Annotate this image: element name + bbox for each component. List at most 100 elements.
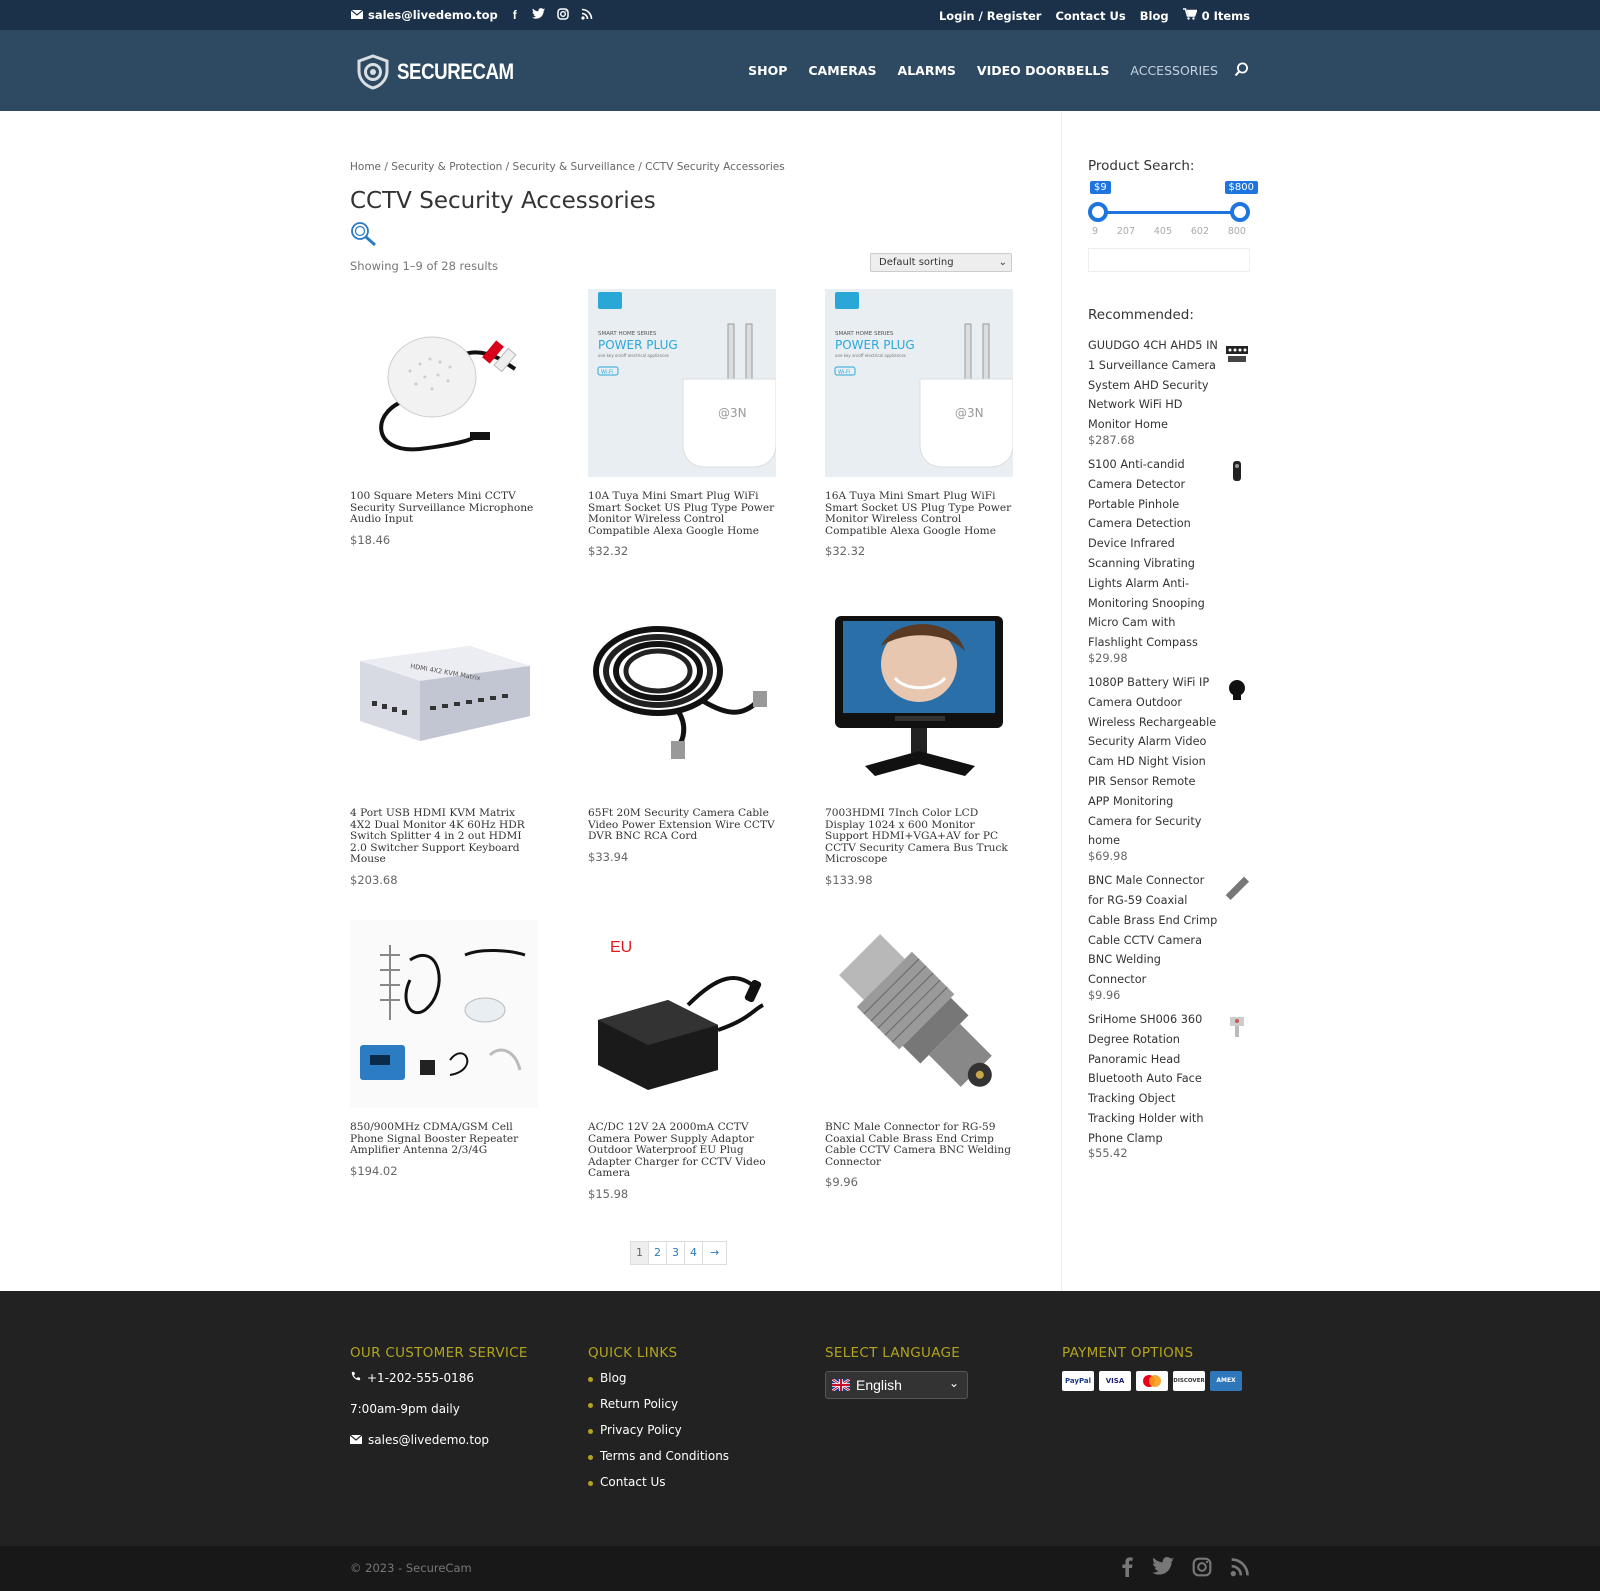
site-logo[interactable]: SECURECAM <box>355 54 534 90</box>
recommended-item[interactable]: 1080P Battery WiFi IP Camera Outdoor Wir… <box>1088 673 1250 863</box>
product-name[interactable]: 850/900MHz CDMA/GSM Cell Phone Signal Bo… <box>350 1121 538 1157</box>
product-card[interactable]: 65Ft 20M Security Camera Cable Video Pow… <box>588 606 776 864</box>
product-image-cable[interactable] <box>588 606 776 794</box>
recommended-item-thumbnail[interactable] <box>1224 875 1250 901</box>
rss-icon[interactable] <box>1230 1557 1250 1580</box>
product-price: $32.32 <box>588 544 629 559</box>
footer-email[interactable]: sales@livedemo.top <box>349 1433 570 1447</box>
bottom-bar: © 2023 - SecureCam <box>0 1546 1600 1591</box>
recommended-item-thumbnail[interactable] <box>1224 677 1250 703</box>
facebook-icon[interactable] <box>1120 1557 1134 1580</box>
main-nav: SHOP CAMERAS ALARMS VIDEO DOORBELLS ACCE… <box>748 63 1218 78</box>
instagram-icon[interactable] <box>556 8 570 22</box>
footer-link-privacy-policy[interactable]: Privacy Policy <box>588 1423 808 1438</box>
cart-icon <box>1182 8 1198 23</box>
twitter-icon[interactable] <box>532 8 546 22</box>
page-2[interactable]: 2 <box>649 1242 667 1264</box>
product-price: $32.32 <box>825 544 866 559</box>
product-image-microphone[interactable] <box>350 289 538 477</box>
recommended-item-price: $55.42 <box>1088 1147 1128 1161</box>
footer-link-return-policy[interactable]: Return Policy <box>588 1397 808 1412</box>
uk-flag-icon <box>832 1379 850 1391</box>
product-name[interactable]: 65Ft 20M Security Camera Cable Video Pow… <box>588 807 776 843</box>
nav-video-doorbells[interactable]: VIDEO DOORBELLS <box>977 63 1109 78</box>
product-image-power-plug[interactable]: SMART HOME SERIES POWER PLUG one key on/… <box>825 289 1014 477</box>
price-range-slider[interactable]: $9 $800 9 207 405 602 800 <box>1088 181 1258 241</box>
language-value: English <box>856 1377 902 1393</box>
product-card[interactable]: HDMI 4X2 KVM Matrix 4 Port USB HDMI KVM … <box>350 606 538 887</box>
search-icon[interactable] <box>1234 62 1249 80</box>
nav-shop[interactable]: SHOP <box>748 63 787 78</box>
cart-link[interactable]: 0 Items <box>1182 8 1250 23</box>
product-card[interactable]: EU AC/DC 12V 2A 2000mA CCTV Camera Power… <box>588 920 776 1201</box>
product-name[interactable]: AC/DC 12V 2A 2000mA CCTV Camera Power Su… <box>588 1121 776 1180</box>
breadcrumb[interactable]: Home / Security & Protection / Security … <box>350 161 785 173</box>
footer-heading: PAYMENT OPTIONS <box>1062 1345 1194 1361</box>
product-image-power-plug[interactable]: SMART HOME SERIES POWER PLUG one key on/… <box>588 289 777 477</box>
page-4[interactable]: 4 <box>685 1242 703 1264</box>
recommended-list: GUUDGO 4CH AHD5 IN 1 Surveillance Camera… <box>1088 336 1250 1168</box>
next-page-arrow-icon[interactable]: → <box>703 1242 726 1264</box>
nav-cameras[interactable]: CAMERAS <box>808 63 876 78</box>
footer-phone[interactable]: +1-202-555-0186 <box>350 1371 570 1385</box>
logo-text: SECURECAM <box>397 59 514 84</box>
footer-link-contact[interactable]: Contact Us <box>588 1475 808 1490</box>
contact-us-link[interactable]: Contact Us <box>1055 9 1125 23</box>
amex-icon: AMEX <box>1210 1371 1242 1391</box>
facebook-icon[interactable]: f <box>508 8 522 22</box>
login-register-link[interactable]: Login / Register <box>939 9 1041 23</box>
product-image-lcd-monitor[interactable] <box>825 606 1013 794</box>
nav-alarms[interactable]: ALARMS <box>898 63 956 78</box>
recommended-item[interactable]: BNC Male Connector for RG-59 Coaxial Cab… <box>1088 871 1250 1002</box>
rss-icon[interactable] <box>580 8 594 22</box>
product-name[interactable]: 100 Square Meters Mini CCTV Security Sur… <box>350 490 538 526</box>
slider-handle-max[interactable] <box>1230 202 1250 222</box>
cart-count: 0 Items <box>1201 8 1250 23</box>
sidebar-divider <box>1061 111 1062 1291</box>
magnifier-icon <box>350 221 378 250</box>
slider-handle-min[interactable] <box>1088 202 1108 222</box>
product-image-signal-booster[interactable] <box>350 920 538 1108</box>
product-image-bnc-connector[interactable] <box>825 920 1013 1108</box>
recommended-item[interactable]: GUUDGO 4CH AHD5 IN 1 Surveillance Camera… <box>1088 336 1250 447</box>
recommended-item-price: $69.98 <box>1088 850 1128 864</box>
product-name[interactable]: 16A Tuya Mini Smart Plug WiFi Smart Sock… <box>825 490 1013 537</box>
slider-ticks: 9 207 405 602 800 <box>1088 226 1250 237</box>
sort-select[interactable]: Default sorting ⌄ <box>870 253 1012 272</box>
recommended-item[interactable]: SriHome SH006 360 Degree Rotation Panora… <box>1088 1010 1250 1161</box>
product-search-input[interactable] <box>1088 248 1250 272</box>
recommended-item-price: $287.68 <box>1088 433 1135 447</box>
product-card[interactable]: SMART HOME SERIES POWER PLUG one key on/… <box>825 289 1014 559</box>
product-card[interactable]: 100 Square Meters Mini CCTV Security Sur… <box>350 289 538 547</box>
language-select[interactable]: English ⌄ <box>825 1371 968 1399</box>
instagram-icon[interactable] <box>1192 1557 1212 1580</box>
product-card[interactable]: SMART HOME SERIES POWER PLUG one key on/… <box>588 289 777 559</box>
page-3[interactable]: 3 <box>667 1242 685 1264</box>
blog-link[interactable]: Blog <box>1140 9 1169 23</box>
product-image-power-adaptor[interactable]: EU <box>588 920 776 1108</box>
product-card[interactable]: BNC Male Connector for RG-59 Coaxial Cab… <box>825 920 1013 1189</box>
product-image-kvm-switch[interactable]: HDMI 4X2 KVM Matrix <box>350 606 538 794</box>
product-card[interactable]: 850/900MHz CDMA/GSM Cell Phone Signal Bo… <box>350 920 538 1178</box>
product-card[interactable]: 7003HDMI 7Inch Color LCD Display 1024 x … <box>825 606 1013 887</box>
chevron-down-icon: ⌄ <box>948 1376 959 1390</box>
tick-label: 800 <box>1227 226 1246 237</box>
pagination: 1 2 3 4 → <box>630 1241 728 1265</box>
eu-label: EU <box>610 939 632 956</box>
top-email-text: sales@livedemo.top <box>368 8 498 22</box>
product-name[interactable]: BNC Male Connector for RG-59 Coaxial Cab… <box>825 1121 1013 1168</box>
nav-accessories[interactable]: ACCESSORIES <box>1130 63 1218 78</box>
footer-link-terms[interactable]: Terms and Conditions <box>588 1449 808 1464</box>
slider-track[interactable] <box>1098 211 1240 214</box>
product-name[interactable]: 7003HDMI 7Inch Color LCD Display 1024 x … <box>825 807 1013 866</box>
recommended-item-thumbnail[interactable] <box>1224 1014 1250 1040</box>
site-header: SECURECAM SHOP CAMERAS ALARMS VIDEO DOOR… <box>0 30 1600 111</box>
product-name[interactable]: 10A Tuya Mini Smart Plug WiFi Smart Sock… <box>588 490 776 537</box>
twitter-icon[interactable] <box>1152 1557 1174 1580</box>
product-name[interactable]: 4 Port USB HDMI KVM Matrix 4X2 Dual Moni… <box>350 807 538 866</box>
recommended-item[interactable]: S100 Anti-candid Camera Detector Portabl… <box>1088 455 1250 665</box>
recommended-item-thumbnail[interactable] <box>1224 459 1250 485</box>
recommended-item-thumbnail[interactable] <box>1224 340 1250 366</box>
top-email-link[interactable]: sales@livedemo.top <box>350 8 498 22</box>
footer-link-blog[interactable]: Blog <box>588 1371 808 1386</box>
